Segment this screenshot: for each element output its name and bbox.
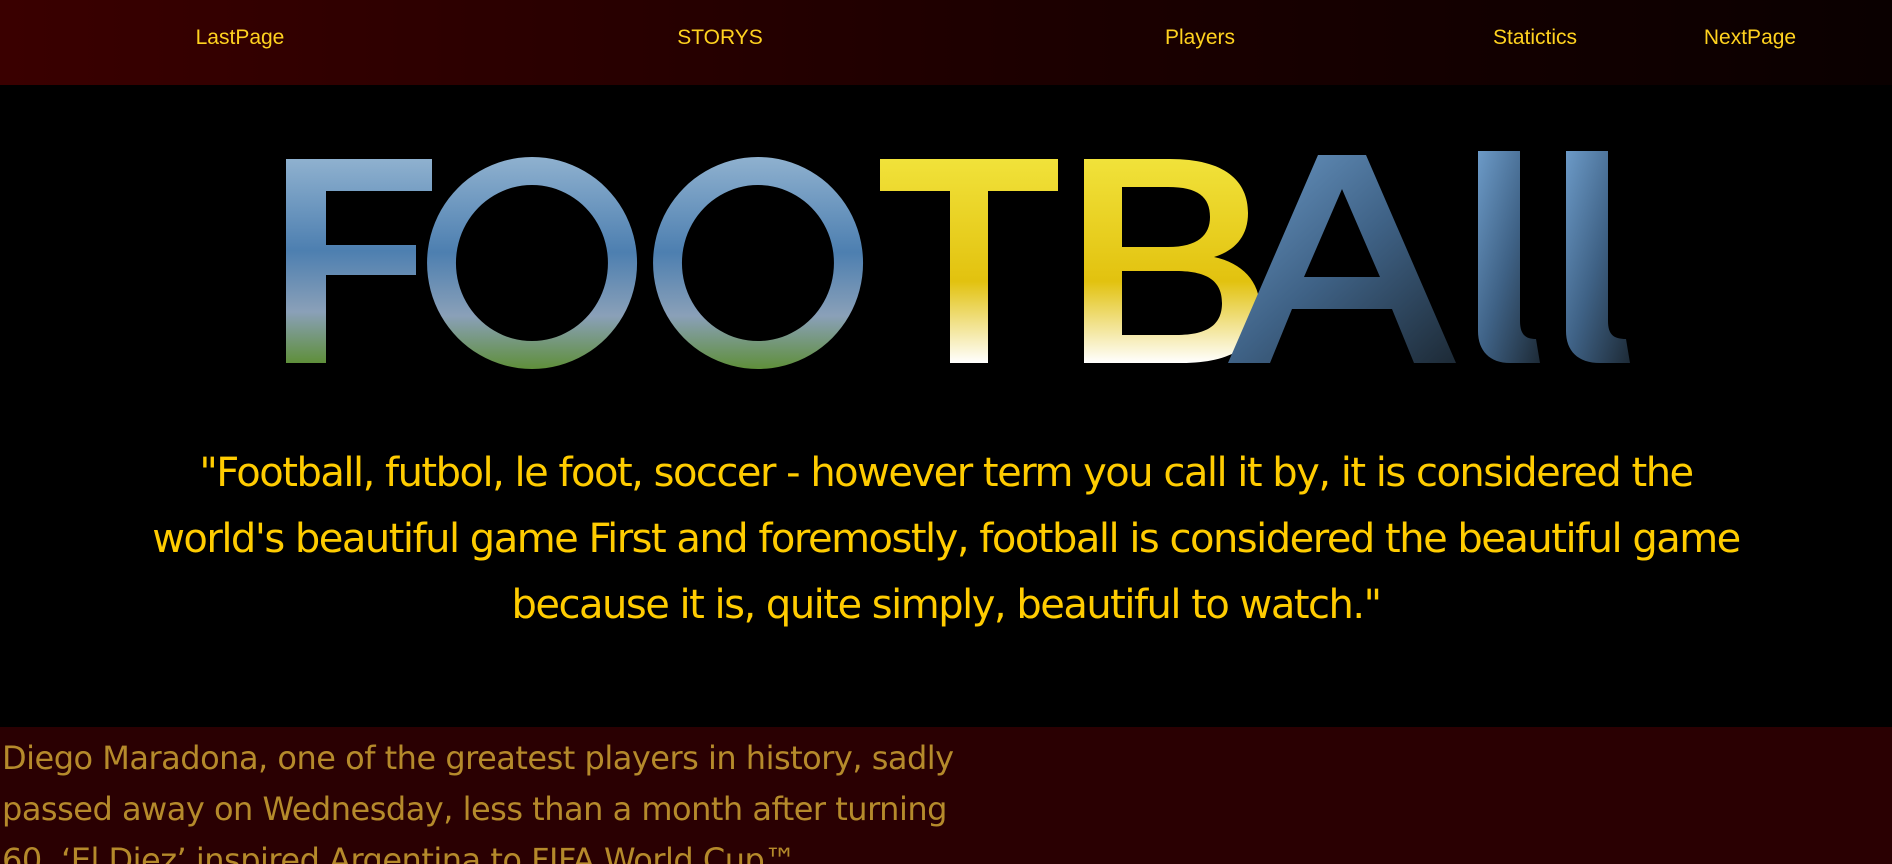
story-section: Diego Maradona, one of the greatest play… — [0, 727, 1892, 864]
nav-link-statictics[interactable]: Statictics — [1493, 26, 1577, 50]
hero-section: "Football, futbol, le foot, soccer - how… — [0, 85, 1892, 725]
letter-f — [286, 159, 432, 363]
football-title-graphic — [286, 151, 1630, 369]
letter-b — [1084, 159, 1260, 363]
letter-l-1 — [1478, 151, 1540, 363]
letter-o-1 — [427, 157, 638, 369]
letter-t — [880, 159, 1058, 363]
story-text: Diego Maradona, one of the greatest play… — [2, 739, 954, 864]
nav-link-next-page[interactable]: NextPage — [1704, 26, 1796, 50]
nav-link-storys[interactable]: STORYS — [677, 26, 763, 50]
top-navigation: LastPage STORYS Players Statictics NextP… — [0, 0, 1892, 85]
football-quote: "Football, futbol, le foot, soccer - how… — [152, 450, 1741, 628]
letter-o-2 — [653, 157, 864, 369]
nav-link-last-page[interactable]: LastPage — [196, 26, 285, 50]
letter-a — [1228, 155, 1456, 363]
nav-link-players[interactable]: Players — [1165, 26, 1235, 50]
letter-l-2 — [1566, 151, 1630, 363]
